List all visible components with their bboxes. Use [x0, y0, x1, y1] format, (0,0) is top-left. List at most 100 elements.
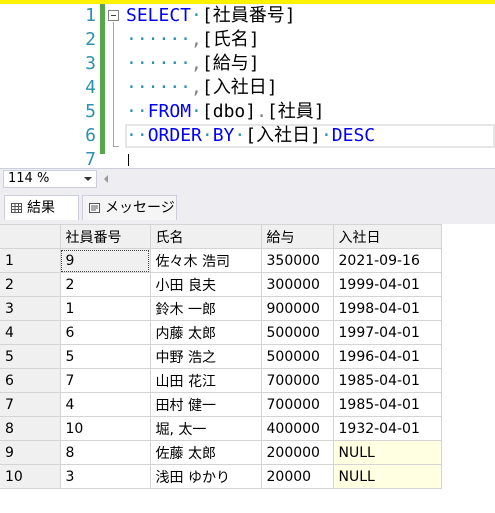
table-cell[interactable]: 1999-04-01 — [333, 272, 442, 297]
table-cell[interactable]: 1996-04-01 — [333, 344, 442, 369]
results-table: 社員番号 氏名 給与 入社日 1 9 佐々木 浩司 350000 2021-09-16 2 2 小田… — [0, 224, 442, 489]
row-number-cell[interactable]: 10 — [0, 464, 61, 489]
scroll-left-arrow-icon[interactable] — [104, 175, 108, 183]
zoom-dropdown[interactable]: 114 % — [3, 170, 97, 188]
table-cell[interactable]: 200000 — [261, 440, 334, 465]
sql-editor[interactable]: 1234567 SELECT·[社員番号] ······,[氏名] ······,[… — [0, 0, 495, 168]
column-header[interactable]: 氏名 — [150, 224, 262, 249]
row-number-cell[interactable]: 3 — [0, 296, 61, 321]
table-row[interactable]: 1 9 佐々木 浩司 350000 2021-09-16 — [0, 248, 442, 273]
table-cell[interactable]: 3 — [60, 464, 151, 489]
row-number-cell[interactable]: 4 — [0, 320, 61, 345]
table-cell[interactable]: 500000 — [261, 320, 334, 345]
outline-end — [113, 146, 119, 147]
table-row[interactable]: 2 2 小田 良夫 300000 1999-04-01 — [0, 272, 442, 297]
whitespace-marker: · — [191, 5, 202, 26]
chevron-down-icon — [84, 177, 92, 181]
tab-messages[interactable]: メッセージ — [82, 195, 177, 220]
code-token: [氏名] — [201, 29, 260, 50]
table-cell[interactable]: 8 — [60, 440, 151, 465]
line-number: 6 — [85, 125, 96, 146]
table-cell[interactable]: 400000 — [261, 416, 334, 441]
table-cell[interactable]: 浅田 ゆかり — [150, 464, 262, 489]
code-token: [dbo] — [201, 101, 257, 122]
table-cell[interactable]: 4 — [60, 392, 151, 417]
table-cell[interactable]: 田村 健一 — [150, 392, 262, 417]
code-token: [入社日] — [245, 125, 321, 146]
code-line: ··FROM·[dbo].[社員] — [126, 100, 325, 124]
row-number-cell[interactable]: 7 — [0, 392, 61, 417]
table-cell[interactable]: 700000 — [261, 368, 334, 393]
table-cell[interactable]: 700000 — [261, 392, 334, 417]
results-tab-strip: 結果 メッセージ — [0, 190, 495, 224]
table-cell[interactable]: 500000 — [261, 344, 334, 369]
column-header[interactable]: 入社日 — [333, 224, 442, 249]
table-row[interactable]: 10 3 浅田 ゆかり 20000 NULL — [0, 464, 442, 489]
whitespace-marker: ······ — [126, 53, 192, 74]
table-cell[interactable]: 山田 花江 — [150, 368, 262, 393]
table-cell[interactable]: 中野 浩之 — [150, 344, 262, 369]
whitespace-marker: ······ — [126, 29, 192, 50]
table-cell[interactable]: 350000 — [261, 248, 334, 273]
row-number-cell[interactable]: 2 — [0, 272, 61, 297]
column-header[interactable]: 社員番号 — [60, 224, 151, 249]
table-cell[interactable]: 10 — [60, 416, 151, 441]
line-number-gutter: 1 2 3 4 5 6 7 — [12, 4, 96, 168]
table-cell[interactable]: 1932-04-01 — [333, 416, 442, 441]
row-number-header[interactable] — [0, 224, 61, 249]
table-cell[interactable]: 900000 — [261, 296, 334, 321]
row-number-cell[interactable]: 5 — [0, 344, 61, 369]
table-row[interactable]: 6 7 山田 花江 700000 1985-04-01 — [0, 368, 442, 393]
table-cell[interactable]: 20000 — [261, 464, 334, 489]
table-cell[interactable]: 2 — [60, 272, 151, 297]
table-cell[interactable]: 内藤 太郎 — [150, 320, 262, 345]
line-number: 7 — [85, 149, 96, 168]
sql-keyword: ORDER — [147, 125, 202, 146]
column-header[interactable]: 給与 — [261, 224, 334, 249]
table-cell[interactable]: 佐々木 浩司 — [150, 248, 262, 273]
whitespace-marker: ·· — [126, 125, 148, 146]
table-cell[interactable]: 7 — [60, 368, 151, 393]
table-cell[interactable]: 鈴木 一郎 — [150, 296, 262, 321]
tab-messages-label: メッセージ — [105, 200, 175, 216]
whitespace-marker: ······ — [126, 77, 192, 98]
table-cell[interactable]: 300000 — [261, 272, 334, 297]
row-number-cell[interactable]: 6 — [0, 368, 61, 393]
whitespace-marker: · — [191, 101, 202, 122]
table-cell[interactable]: 1985-04-01 — [333, 392, 442, 417]
code-line: ··ORDER·BY·[入社日]·DESC — [126, 124, 375, 148]
outline-line — [113, 22, 114, 146]
horizontal-scrollbar[interactable] — [100, 172, 495, 186]
table-cell[interactable]: 堀, 太一 — [150, 416, 262, 441]
table-row[interactable]: 8 10 堀, 太一 400000 1932-04-01 — [0, 416, 442, 441]
collapse-icon[interactable] — [108, 10, 119, 21]
table-row[interactable]: 4 6 内藤 太郎 500000 1997-04-01 — [0, 320, 442, 345]
table-cell[interactable]: 9 — [60, 248, 151, 273]
table-cell[interactable]: 1985-04-01 — [333, 368, 442, 393]
table-cell[interactable]: 2021-09-16 — [333, 248, 442, 273]
zoom-value: 114 % — [8, 171, 50, 186]
sql-keyword: FROM — [147, 101, 192, 122]
row-number-cell[interactable]: 9 — [0, 440, 61, 465]
table-cell[interactable]: NULL — [333, 440, 442, 465]
table-cell[interactable]: 1997-04-01 — [333, 320, 442, 345]
table-cell[interactable]: 1 — [60, 296, 151, 321]
code-line: ······,[氏名] — [126, 28, 260, 52]
row-number-cell[interactable]: 1 — [0, 248, 61, 273]
results-grid[interactable]: 社員番号 氏名 給与 入社日 1 9 佐々木 浩司 350000 2021-09-16 2 2 小田… — [0, 224, 495, 513]
sql-keyword: DESC — [331, 125, 376, 146]
table-cell[interactable]: 5 — [60, 344, 151, 369]
table-cell[interactable]: 佐藤 太郎 — [150, 440, 262, 465]
row-number-cell[interactable]: 8 — [0, 416, 61, 441]
tab-results[interactable]: 結果 — [4, 195, 79, 220]
table-row[interactable]: 5 5 中野 浩之 500000 1996-04-01 — [0, 344, 442, 369]
table-cell[interactable]: NULL — [333, 464, 442, 489]
table-row[interactable]: 9 8 佐藤 太郎 200000 NULL — [0, 440, 442, 465]
whitespace-marker: · — [201, 125, 213, 146]
table-cell[interactable]: 6 — [60, 320, 151, 345]
sql-keyword: BY — [212, 125, 235, 146]
table-row[interactable]: 3 1 鈴木 一郎 900000 1998-04-01 — [0, 296, 442, 321]
table-cell[interactable]: 小田 良夫 — [150, 272, 262, 297]
table-cell[interactable]: 1998-04-01 — [333, 296, 442, 321]
table-row[interactable]: 7 4 田村 健一 700000 1985-04-01 — [0, 392, 442, 417]
